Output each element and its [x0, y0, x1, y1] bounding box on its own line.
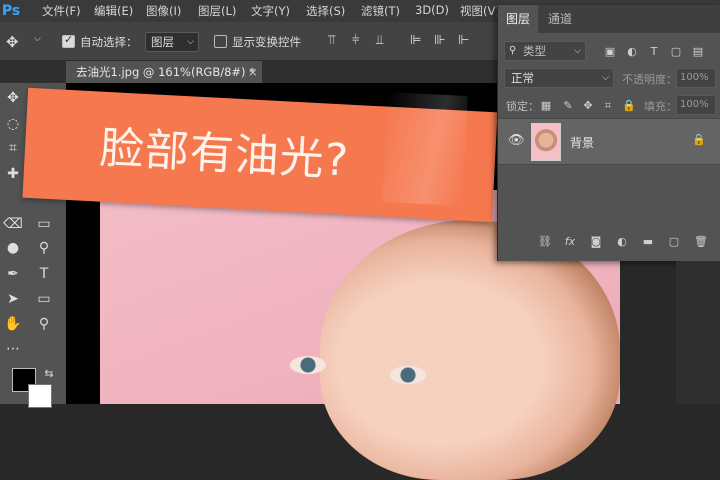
layer-mask-icon[interactable]: ◙ — [590, 236, 602, 248]
menu-filter[interactable]: 滤镜(T) — [361, 3, 400, 19]
lock-all-icon[interactable]: 🔒 — [622, 100, 636, 112]
dodge-tool-icon[interactable]: ⚲ — [33, 237, 55, 259]
opacity-field[interactable]: 100% — [676, 68, 716, 88]
layer-filter-dropdown[interactable]: ⚲ 类型 ⌵ — [504, 41, 586, 61]
auto-select-checkbox[interactable] — [62, 33, 75, 48]
layers-panel-footer: ⛓ fx ◙ ◐ ▬ ▢ 🗑 — [498, 231, 720, 253]
show-transform-checkbox[interactable] — [214, 35, 227, 48]
text-tool-icon[interactable]: T — [33, 263, 55, 285]
menu-3d[interactable]: 3D(D) — [415, 3, 449, 17]
crop-tool-icon[interactable]: ⌗ — [2, 137, 24, 159]
lock-image-icon[interactable]: ✎ — [562, 100, 574, 112]
menu-type[interactable]: 文字(Y) — [251, 3, 290, 19]
filter-row: ⚲ 类型 ⌵ ▣ ◐ T ▢ ▤ — [498, 41, 720, 63]
chevron-down-icon: ⌵ — [187, 37, 194, 47]
align-bottom-icon[interactable]: ⫫ — [376, 33, 383, 48]
canvas-scrollbar[interactable] — [676, 261, 720, 404]
lasso-tool-icon[interactable]: ◌ — [2, 113, 24, 135]
blur-tool-icon[interactable]: ● — [2, 237, 24, 259]
move-tool-icon[interactable]: ✥ — [6, 33, 19, 51]
tab-layers[interactable]: 图层 — [498, 5, 538, 33]
blend-row: 正常 ⌵ 不透明度： 100% — [498, 68, 720, 90]
menu-file[interactable]: 文件(F) — [42, 3, 81, 19]
align-right-icon[interactable]: ⊩ — [458, 33, 469, 48]
opacity-value: 100% — [680, 72, 709, 83]
eye-left — [290, 356, 326, 374]
banner-text: 脸部有油光? — [98, 122, 351, 187]
auto-select-label: 自动选择： — [80, 35, 138, 49]
menu-edit[interactable]: 编辑(E) — [94, 3, 133, 19]
search-icon: ⚲ — [509, 45, 517, 56]
fill-value: 100% — [680, 99, 709, 110]
smart-object-filter-icon[interactable]: ▤ — [692, 46, 704, 58]
filter-label: 类型 — [523, 44, 546, 58]
rectangle-tool-icon[interactable]: ▭ — [33, 288, 55, 310]
more-tools-icon[interactable]: ⋯ — [2, 338, 24, 360]
eye-right — [390, 366, 426, 384]
lock-row: 锁定： ▦ ✎ ✥ ⌗ 🔒 填充： 100% — [498, 95, 720, 117]
lock-artboard-icon[interactable]: ⌗ — [602, 100, 614, 112]
align-left-icon[interactable]: ⊫ — [410, 33, 421, 48]
menu-image[interactable]: 图像(I) — [146, 3, 181, 19]
layers-panel: 图层 通道 ⚲ 类型 ⌵ ▣ ◐ T ▢ ▤ 正常 ⌵ 不透明度： 100% 锁… — [497, 5, 720, 261]
swap-colors-icon[interactable]: ⇆ — [38, 363, 60, 385]
align-top-icon[interactable]: ⫪ — [328, 33, 335, 48]
fill-label: 填充： — [644, 100, 677, 113]
layer-name: 背景 — [570, 136, 595, 150]
banner-shine — [382, 91, 468, 207]
blend-mode-value: 正常 — [511, 71, 534, 85]
move-tool-icon[interactable]: ✥ — [2, 87, 24, 109]
auto-select-value: 图层 — [151, 35, 174, 49]
lock-transparent-icon[interactable]: ▦ — [540, 100, 552, 112]
align-vcenter-icon[interactable]: ⫩ — [352, 33, 359, 48]
lock-position-icon[interactable]: ✥ — [582, 100, 594, 112]
new-group-icon[interactable]: ▬ — [642, 236, 654, 248]
chevron-down-icon[interactable]: ⌵ — [34, 34, 41, 44]
opacity-label: 不透明度： — [622, 73, 677, 86]
panel-tabs: 图层 通道 — [498, 5, 720, 33]
link-layers-icon[interactable]: ⛓ — [538, 236, 552, 248]
layer-thumbnail — [531, 123, 561, 161]
background-color-swatch[interactable] — [28, 384, 52, 408]
fill-field[interactable]: 100% — [676, 95, 716, 115]
pixel-filter-icon[interactable]: ▣ — [604, 46, 616, 58]
healing-brush-icon[interactable]: ✚ — [2, 163, 24, 185]
chevron-down-icon: ⌵ — [602, 73, 609, 83]
auto-select-dropdown[interactable]: 图层 ⌵ — [145, 32, 199, 52]
menu-select[interactable]: 选择(S) — [306, 3, 345, 19]
shape-filter-icon[interactable]: ▢ — [670, 46, 682, 58]
menu-view[interactable]: 视图(V) — [460, 3, 500, 19]
menu-layer[interactable]: 图层(L) — [198, 3, 236, 19]
chevron-down-icon: ⌵ — [574, 46, 581, 56]
eraser-tool-icon[interactable]: ⌫ — [2, 213, 24, 235]
photoshop-logo: Ps — [1, 3, 21, 19]
new-layer-icon[interactable]: ▢ — [668, 236, 680, 248]
hand-tool-icon[interactable]: ✋ — [2, 313, 24, 335]
adjustment-filter-icon[interactable]: ◐ — [626, 46, 638, 58]
align-hcenter-icon[interactable]: ⊪ — [434, 33, 445, 48]
delete-layer-icon[interactable]: 🗑 — [694, 236, 708, 248]
show-transform-label: 显示变换控件 — [232, 35, 301, 49]
visibility-eye-icon[interactable]: 👁 — [508, 133, 525, 148]
adjustment-layer-icon[interactable]: ◐ — [616, 236, 628, 248]
layer-row-background[interactable]: 👁 背景 🔒 — [498, 118, 720, 165]
blend-mode-dropdown[interactable]: 正常 ⌵ — [504, 68, 614, 88]
lock-label: 锁定： — [506, 100, 539, 113]
type-filter-icon[interactable]: T — [648, 46, 660, 58]
title-banner: 脸部有油光? — [22, 80, 498, 225]
fx-icon[interactable]: fx — [564, 236, 576, 248]
pen-tool-icon[interactable]: ✒ — [2, 263, 24, 285]
tab-channels[interactable]: 通道 — [540, 5, 580, 33]
lock-icon: 🔒 — [692, 133, 706, 146]
path-selection-icon[interactable]: ➤ — [2, 288, 24, 310]
zoom-tool-icon[interactable]: ⚲ — [33, 313, 55, 335]
